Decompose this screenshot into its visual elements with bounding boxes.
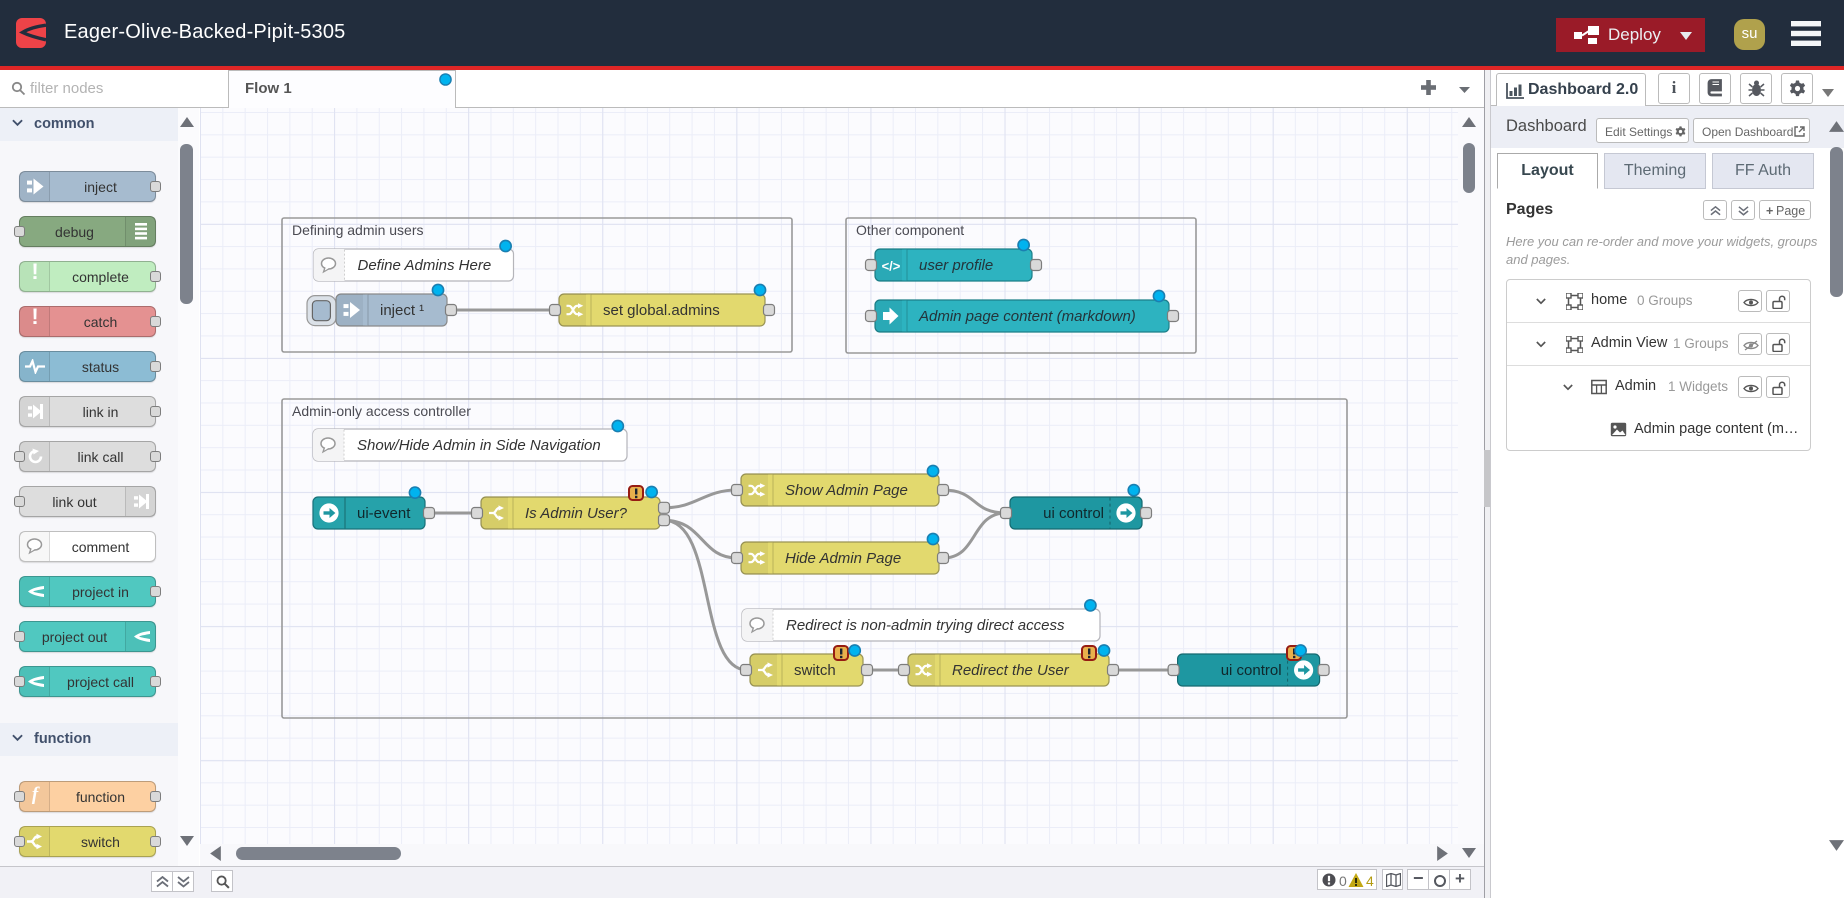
svg-text:user profile: user profile: [919, 257, 993, 274]
svg-text:ui-event: ui-event: [357, 505, 411, 522]
svg-text:ui control: ui control: [1221, 662, 1282, 679]
svg-text:set global.admins: set global.admins: [603, 302, 720, 319]
svg-text:Hide Admin Page: Hide Admin Page: [785, 550, 901, 567]
svg-text:Defining admin users: Defining admin users: [292, 222, 424, 238]
svg-text:Show/Hide Admin in Side Naviga: Show/Hide Admin in Side Navigation: [357, 437, 601, 454]
svg-text:Other component: Other component: [856, 222, 964, 238]
svg-text:Admin-only access controller: Admin-only access controller: [292, 403, 471, 419]
svg-text:Admin page content (markdown): Admin page content (markdown): [918, 308, 1136, 325]
svg-text:Show Admin Page: Show Admin Page: [785, 482, 908, 499]
svg-text:ui control: ui control: [1043, 505, 1104, 522]
svg-text:Redirect the User: Redirect the User: [952, 662, 1070, 679]
svg-text:</>: </>: [882, 259, 901, 274]
svg-text:switch: switch: [794, 662, 836, 679]
svg-text:Redirect is non-admin trying d: Redirect is non-admin trying direct acce…: [786, 617, 1065, 634]
svg-text:inject ¹: inject ¹: [380, 302, 424, 319]
svg-text:Define Admins Here: Define Admins Here: [358, 257, 492, 274]
svg-text:Is Admin User?: Is Admin User?: [525, 505, 628, 522]
